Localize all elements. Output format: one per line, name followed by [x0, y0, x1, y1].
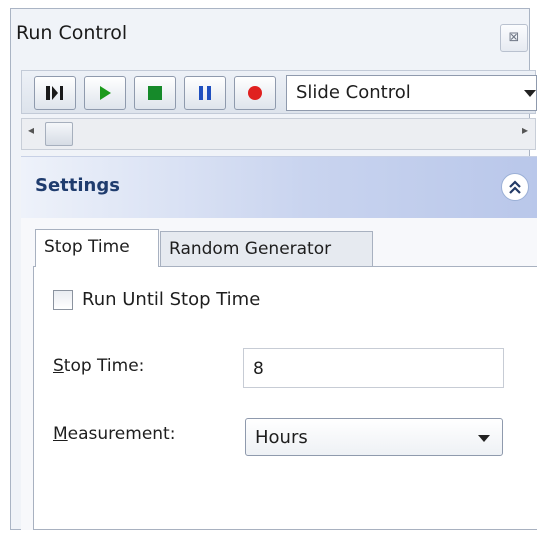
stop-time-value: 8 [253, 359, 264, 379]
play-button[interactable] [84, 76, 126, 110]
tab-stop-time[interactable]: Stop Time [35, 229, 159, 267]
play-icon [100, 86, 111, 100]
record-button[interactable] [234, 76, 276, 110]
scroll-left-icon[interactable]: ◂ [28, 123, 34, 137]
stop-time-label-mnemonic: S [53, 356, 64, 376]
run-until-stop-time-checkbox[interactable] [53, 290, 73, 310]
step-forward-icon [46, 86, 63, 100]
measurement-label-text: easurement: [67, 424, 176, 444]
stop-icon [148, 86, 162, 100]
chevron-down-icon [478, 435, 490, 442]
measurement-label: Measurement: [53, 424, 175, 444]
stop-button[interactable] [134, 76, 176, 110]
scroll-thumb[interactable] [45, 122, 73, 146]
run-until-stop-time-label[interactable]: Run Until Stop Time [82, 289, 260, 310]
window-title: Run Control [16, 22, 128, 44]
pause-button[interactable] [184, 76, 226, 110]
measurement-label-mnemonic: M [53, 424, 68, 444]
stop-time-label: Stop Time: [53, 356, 144, 376]
collapse-button[interactable] [501, 173, 529, 201]
mode-dropdown-value: Slide Control [296, 82, 411, 103]
horizontal-scrollbar[interactable] [21, 118, 536, 150]
chevron-down-icon [524, 90, 536, 97]
chevron-up-double-icon [509, 180, 521, 194]
pause-icon [199, 86, 211, 100]
stop-time-label-text: top Time: [63, 356, 145, 376]
close-button[interactable]: ⊠ [500, 24, 528, 52]
stop-time-input[interactable]: 8 [243, 348, 504, 388]
scroll-right-icon[interactable]: ▸ [522, 123, 528, 137]
step-button[interactable] [34, 76, 76, 110]
measurement-select[interactable]: Hours [245, 418, 503, 456]
settings-title: Settings [35, 175, 120, 196]
mode-dropdown[interactable]: Slide Control [286, 75, 537, 111]
measurement-value: Hours [255, 427, 308, 448]
tab-random-generator[interactable]: Random Generator [160, 231, 373, 267]
record-icon [248, 86, 262, 100]
